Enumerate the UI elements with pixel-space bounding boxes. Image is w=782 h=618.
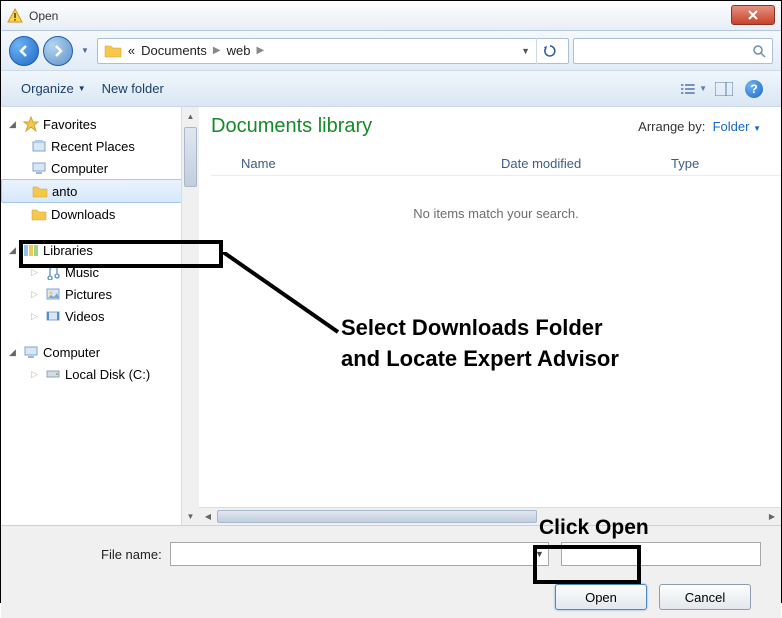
tree-item-local-disk[interactable]: ▷ Local Disk (C:) <box>1 363 199 385</box>
pictures-icon <box>45 286 61 302</box>
filename-label: File name: <box>101 547 162 562</box>
toolbar: Organize▼ New folder ▼ ? <box>1 71 781 107</box>
tree-favorites[interactable]: ◢ Favorites <box>1 113 199 135</box>
main-area: ◢ Favorites Recent Places Computer anto … <box>1 107 781 525</box>
music-icon <box>45 264 61 280</box>
breadcrumb-dropdown[interactable]: ▼ <box>521 46 530 56</box>
empty-message: No items match your search. <box>211 176 781 251</box>
sidebar: ◢ Favorites Recent Places Computer anto … <box>1 107 199 525</box>
computer-icon <box>31 160 47 176</box>
cancel-button[interactable]: Cancel <box>659 584 751 610</box>
libraries-icon <box>23 242 39 258</box>
arrange-value[interactable]: Folder ▼ <box>713 119 761 134</box>
search-input[interactable] <box>573 38 773 64</box>
tree-item-pictures[interactable]: ▷ Pictures <box>1 283 199 305</box>
arrange-by: Arrange by: Folder ▼ <box>638 119 761 134</box>
expand-icon[interactable]: ▷ <box>31 369 41 380</box>
open-button[interactable]: Open <box>555 584 647 610</box>
preview-pane-button[interactable] <box>711 76 737 102</box>
search-icon <box>752 44 766 58</box>
tree-item-recent-places[interactable]: Recent Places <box>1 135 199 157</box>
breadcrumb-prefix: « <box>128 43 135 58</box>
expand-icon[interactable]: ▷ <box>31 289 41 300</box>
filename-input[interactable] <box>170 542 549 566</box>
tree-libraries[interactable]: ◢ Libraries <box>1 239 199 261</box>
back-button[interactable] <box>9 36 39 66</box>
tree-label: Videos <box>65 309 105 324</box>
expand-icon[interactable]: ▷ <box>31 311 41 322</box>
bottom-panel: File name: ▼ Open Cancel <box>1 525 781 618</box>
computer-icon <box>23 344 39 360</box>
organize-label: Organize <box>21 81 74 96</box>
tree-label: Local Disk (C:) <box>65 367 150 382</box>
help-icon: ? <box>745 80 763 98</box>
folder-icon <box>104 43 122 58</box>
new-folder-label: New folder <box>102 81 164 96</box>
breadcrumb[interactable]: « Documents ▶ web ▶ ▼ <box>97 38 569 64</box>
tree-label: anto <box>52 184 77 199</box>
title-bar: Open <box>1 1 781 31</box>
close-button[interactable] <box>731 5 775 25</box>
close-icon <box>748 10 758 20</box>
collapse-icon[interactable]: ◢ <box>9 245 19 256</box>
scroll-down-button[interactable]: ▼ <box>182 507 199 525</box>
help-button[interactable]: ? <box>741 76 767 102</box>
tree-item-music[interactable]: ▷ Music <box>1 261 199 283</box>
content-scrollbar[interactable]: ◀ ▶ <box>199 507 781 525</box>
scroll-right-button[interactable]: ▶ <box>763 508 781 525</box>
scroll-thumb[interactable] <box>217 510 537 523</box>
column-type[interactable]: Type <box>671 156 781 171</box>
new-folder-button[interactable]: New folder <box>94 77 172 100</box>
tree-label: Downloads <box>51 207 115 222</box>
tree-label: Libraries <box>43 243 93 258</box>
warning-icon <box>7 8 23 24</box>
tree-item-computer[interactable]: Computer <box>1 157 199 179</box>
disk-icon <box>45 366 61 382</box>
filename-dropdown[interactable]: ▼ <box>535 549 553 559</box>
tree-label: Favorites <box>43 117 96 132</box>
window-title: Open <box>29 9 58 23</box>
breadcrumb-segment[interactable]: web <box>227 43 251 58</box>
arrange-value-text: Folder <box>713 119 750 134</box>
breadcrumb-segment[interactable]: Documents <box>141 43 207 58</box>
organize-menu[interactable]: Organize▼ <box>13 77 94 100</box>
downloads-folder-icon <box>31 206 47 222</box>
tree-label: Recent Places <box>51 139 135 154</box>
chevron-right-icon: ▶ <box>213 45 221 56</box>
collapse-icon[interactable]: ◢ <box>9 347 19 358</box>
library-title: Documents library <box>211 115 372 138</box>
scroll-thumb[interactable] <box>184 127 197 187</box>
scroll-left-button[interactable]: ◀ <box>199 508 217 525</box>
tree-label: Music <box>65 265 99 280</box>
column-name[interactable]: Name <box>211 156 501 171</box>
arrange-label: Arrange by: <box>638 119 705 134</box>
collapse-icon[interactable]: ◢ <box>9 119 19 130</box>
scroll-up-button[interactable]: ▲ <box>182 107 199 125</box>
history-dropdown[interactable]: ▼ <box>77 46 93 55</box>
navigation-bar: ▼ « Documents ▶ web ▶ ▼ <box>1 31 781 71</box>
forward-button[interactable] <box>43 36 73 66</box>
sidebar-scrollbar[interactable]: ▲ ▼ <box>181 107 199 525</box>
navigation-tree: ◢ Favorites Recent Places Computer anto … <box>1 107 199 391</box>
tree-label: Computer <box>51 161 108 176</box>
refresh-button[interactable] <box>536 38 562 64</box>
star-icon <box>23 116 39 132</box>
videos-icon <box>45 308 61 324</box>
filetype-filter[interactable] <box>561 542 761 566</box>
tree-computer[interactable]: ◢ Computer <box>1 341 199 363</box>
content-area: Documents library Arrange by: Folder ▼ N… <box>199 107 781 525</box>
chevron-right-icon: ▶ <box>256 45 264 56</box>
column-headers: Name Date modified Type <box>211 156 781 176</box>
tree-item-videos[interactable]: ▷ Videos <box>1 305 199 327</box>
view-mode-button[interactable]: ▼ <box>681 76 707 102</box>
folder-icon <box>32 183 48 199</box>
tree-item-anto[interactable]: anto <box>1 179 199 203</box>
tree-label: Pictures <box>65 287 112 302</box>
column-date[interactable]: Date modified <box>501 156 671 171</box>
recent-places-icon <box>31 138 47 154</box>
tree-label: Computer <box>43 345 100 360</box>
tree-item-downloads[interactable]: Downloads <box>1 203 199 225</box>
expand-icon[interactable]: ▷ <box>31 267 41 278</box>
